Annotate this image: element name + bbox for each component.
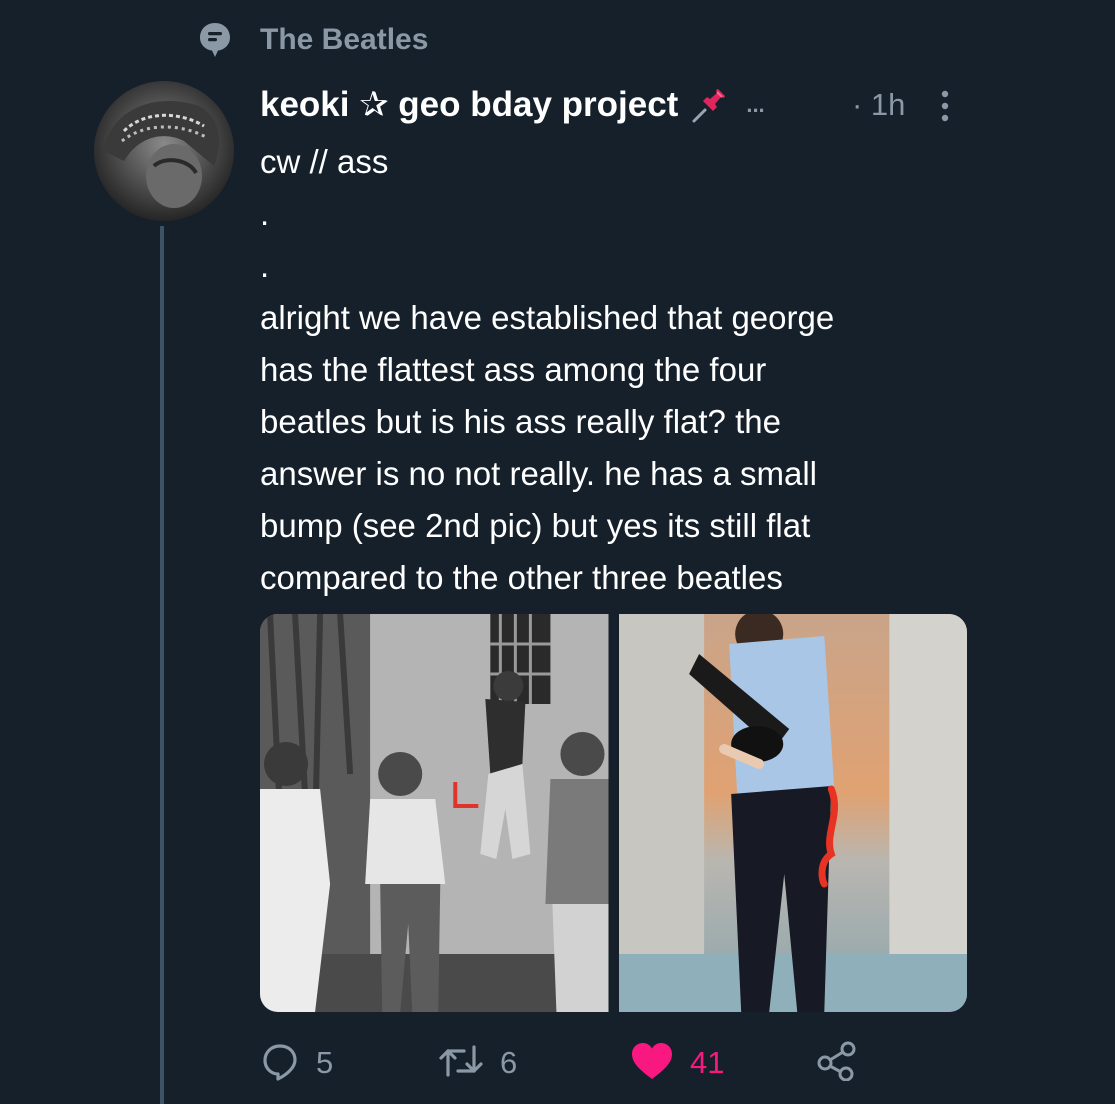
reply-icon: [260, 1041, 300, 1086]
tweet-page: The Beatles keoki ✰ geo bday project ...…: [0, 0, 1115, 1104]
topic-context[interactable]: The Beatles: [195, 20, 428, 60]
retweet-count: 6: [500, 1045, 518, 1080]
pushpin-icon: [688, 84, 730, 126]
thread-line: [160, 226, 164, 1104]
topic-icon: [195, 20, 235, 60]
heart-icon: [630, 1041, 674, 1086]
retweet-icon: [438, 1041, 484, 1086]
tweet-text: cw // ass . . alright we have establishe…: [260, 136, 980, 604]
tweet-text-line: cw // ass: [260, 143, 389, 180]
tweet-text-line: beatles but is his ass really flat? the: [260, 403, 781, 440]
display-name[interactable]: keoki ✰ geo bday project: [260, 85, 678, 125]
like-count: 41: [690, 1045, 725, 1080]
reply-count: 5: [316, 1045, 334, 1080]
tweet-text-line: .: [260, 247, 270, 284]
avatar[interactable]: [94, 81, 234, 221]
share-icon: [815, 1041, 859, 1086]
share-button[interactable]: [815, 1038, 859, 1088]
tweet-text-line: answer is no not really. he has a small: [260, 455, 817, 492]
tweet-actions: 5 6 41: [260, 1038, 880, 1088]
tweet-header: keoki ✰ geo bday project ... · 1h: [260, 80, 960, 130]
tweet-timestamp[interactable]: · 1h: [852, 87, 905, 123]
media-grid: [260, 614, 967, 1012]
tweet-text-line: .: [260, 195, 270, 232]
retweet-button[interactable]: 6: [438, 1038, 517, 1088]
topic-label: The Beatles: [260, 23, 429, 56]
more-options-icon[interactable]: [938, 86, 952, 126]
photo-1[interactable]: [260, 614, 609, 1012]
reply-button[interactable]: 5: [260, 1038, 333, 1088]
tweet-text-line: has the flattest ass among the four: [260, 351, 767, 388]
like-button[interactable]: 41: [630, 1038, 724, 1088]
tweet-text-line: alright we have established that george: [260, 299, 835, 336]
tweet-text-line: bump (see 2nd pic) but yes its still fla…: [260, 507, 811, 544]
photo-2[interactable]: [618, 614, 967, 1012]
tweet-text-line: compared to the other three beatles: [260, 559, 783, 596]
name-truncation: ...: [746, 92, 765, 117]
